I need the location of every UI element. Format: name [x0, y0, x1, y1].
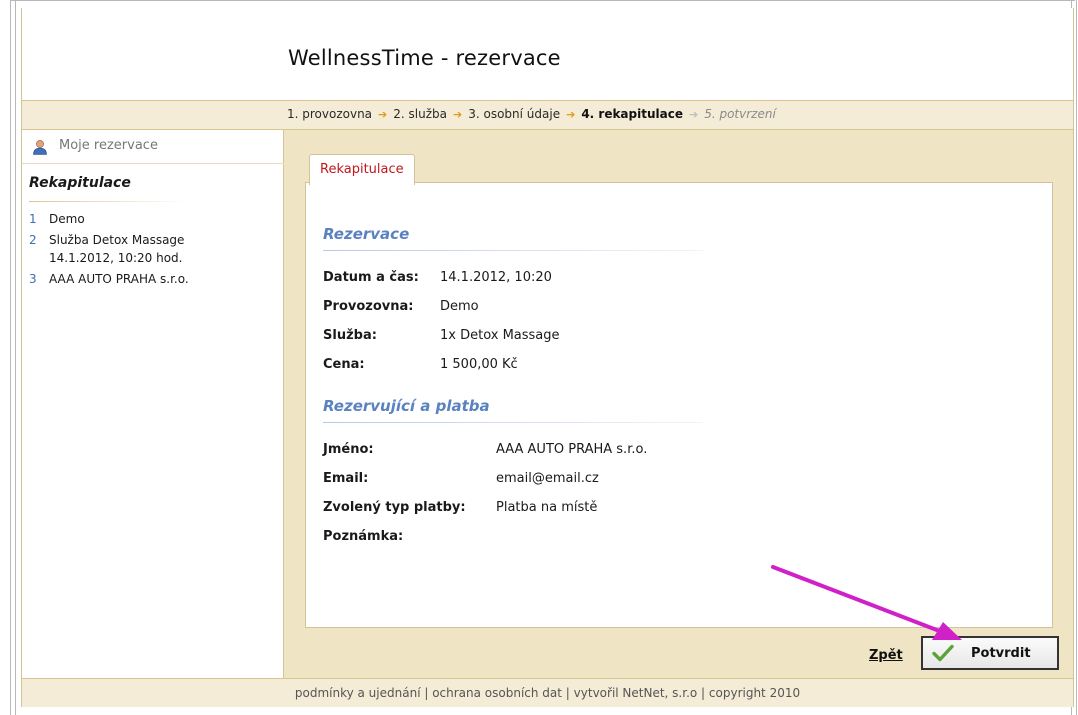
header: WellnessTime - rezervace — [22, 8, 1073, 100]
detail-label: Jméno: — [323, 442, 374, 457]
recap-divider — [29, 201, 189, 202]
user-icon — [33, 140, 47, 155]
arrow-right-icon: ➔ — [453, 108, 463, 121]
detail-value: 14.1.2012, 10:20 — [440, 270, 552, 285]
arrow-right-icon: ➔ — [566, 108, 576, 121]
detail-value: 1 500,00 Kč — [440, 357, 518, 372]
my-reservations-label: Moje rezervace — [59, 138, 158, 153]
arrow-right-icon: ➔ — [688, 108, 699, 121]
detail-value: AAA AUTO PRAHA s.r.o. — [496, 442, 648, 457]
detail-value: 1x Detox Massage — [440, 328, 560, 343]
detail-value: Demo — [440, 299, 479, 314]
footer: podmínky a ujednání | ochrana osobních d… — [22, 678, 1073, 707]
detail-label: Provozovna: — [323, 299, 414, 314]
detail-value: Platba na místě — [496, 500, 598, 515]
step-4-current: 4. rekapitulace — [581, 107, 683, 121]
recap-heading: Rekapitulace — [29, 175, 131, 191]
list-item-number: 3 — [29, 272, 37, 286]
detail-label: Poznámka: — [323, 529, 404, 544]
list-item-text: Demo — [49, 212, 85, 226]
step-navigation: 1. provozovna ➔ 2. služba ➔ 3. osobní údaje ➔… — [22, 100, 1073, 130]
confirm-button[interactable]: Potvrdit — [921, 636, 1059, 670]
recap-panel: Rezervace Datum a čas: 14.1.2012, 10:20 … — [305, 182, 1053, 628]
list-item-number: 1 — [29, 212, 37, 226]
section-title-customer: Rezervující a platba — [323, 397, 490, 415]
list-item-text: AAA AUTO PRAHA s.r.o. — [49, 272, 189, 286]
step-5: 5. potvrzení — [704, 107, 776, 121]
window-top-border — [10, 0, 1075, 5]
section-divider — [323, 422, 703, 423]
detail-label: Služba: — [323, 328, 377, 343]
list-item-number: 2 — [29, 233, 37, 247]
window-left-border — [10, 0, 16, 715]
recap-list: 1 Demo 2 Služba Detox Massage 14.1.2012,… — [29, 210, 279, 291]
detail-value: email@email.cz — [496, 471, 599, 486]
detail-label: Datum a čas: — [323, 270, 419, 285]
sidebar: Moje rezervace Rekapitulace 1 Demo 2 Slu… — [22, 130, 284, 678]
detail-label: Email: — [323, 471, 369, 486]
detail-label: Zvolený typ platby: — [323, 500, 466, 515]
confirm-button-label: Potvrdit — [971, 646, 1031, 661]
step-1[interactable]: 1. provozovna — [287, 107, 372, 121]
check-icon — [932, 644, 954, 662]
list-item-text: Služba Detox Massage 14.1.2012, 10:20 ho… — [49, 233, 185, 265]
list-item: 3 AAA AUTO PRAHA s.r.o. — [29, 270, 279, 288]
step-2[interactable]: 2. služba — [393, 107, 447, 121]
app-container: WellnessTime - rezervace 1. provozovna ➔ 2… — [21, 8, 1074, 707]
detail-label: Cena: — [323, 357, 365, 372]
list-item: 1 Demo — [29, 210, 279, 228]
section-title-reservation: Rezervace — [323, 225, 410, 243]
list-item: 2 Služba Detox Massage 14.1.2012, 10:20 … — [29, 231, 209, 267]
step-3[interactable]: 3. osobní údaje — [468, 107, 560, 121]
arrow-right-icon: ➔ — [378, 108, 388, 121]
page-title: WellnessTime - rezervace — [288, 46, 561, 70]
section-divider — [323, 250, 703, 251]
back-link[interactable]: Zpět — [869, 648, 903, 663]
my-reservations-link[interactable]: Moje rezervace — [22, 130, 284, 164]
tab-rekapitulace[interactable]: Rekapitulace — [309, 154, 415, 185]
main-content: Rekapitulace Rezervace Datum a čas: 14.1… — [284, 130, 1073, 678]
